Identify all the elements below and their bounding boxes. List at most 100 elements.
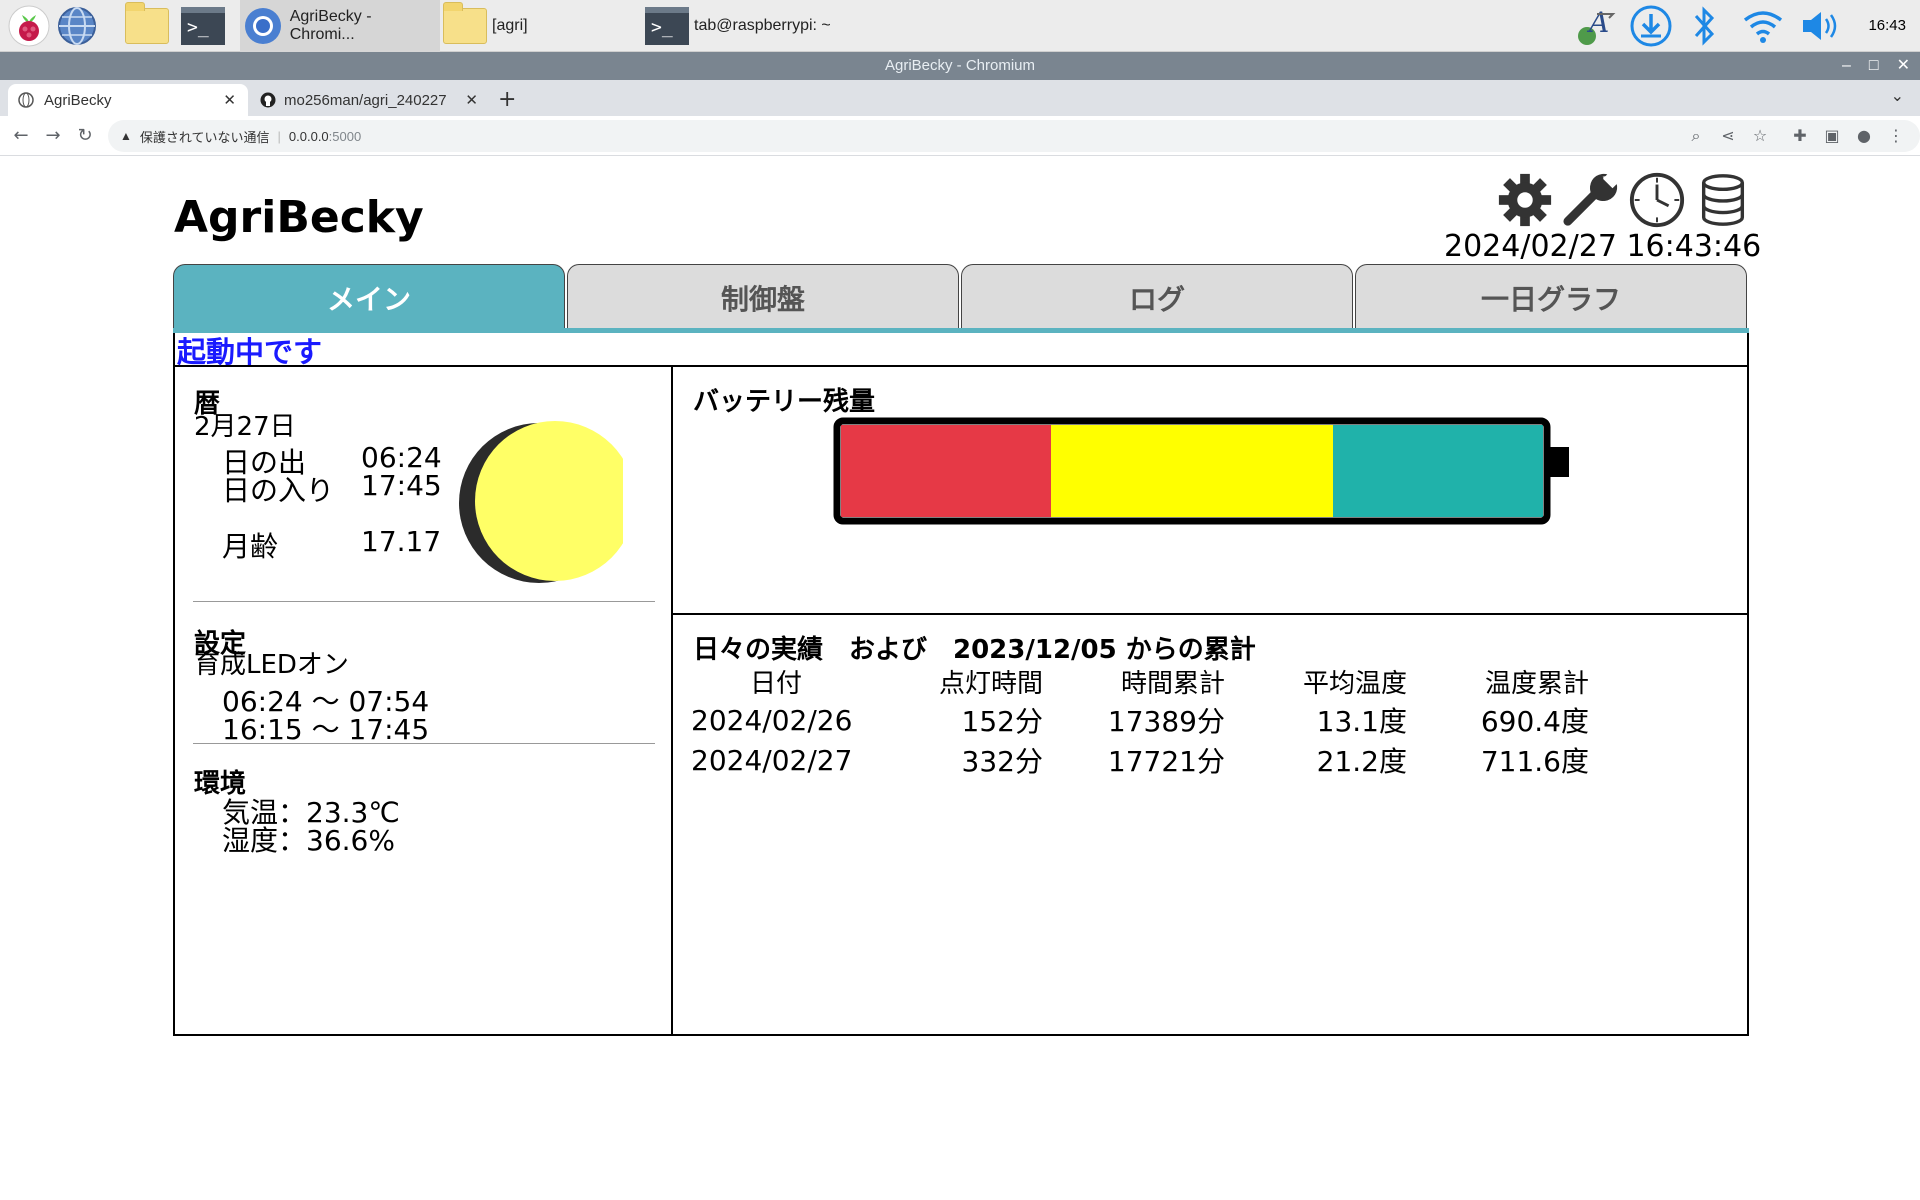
daily-table: 日付 点灯時間 時間累計 平均温度 温度累計 2024/02/26 152分 1… [691,663,1589,780]
browser-toolbar: ← → ↻ ▲ 保護されていない通信 | 0.0.0.0:5000 ⌕ ⋖ ☆ … [0,116,1920,156]
column-header: 点灯時間 [938,669,1043,699]
window-titlebar[interactable]: AgriBecky - Chromium – □ ✕ [0,52,1920,80]
table-cell: 152分 [961,705,1043,738]
battery-segment-high [1333,425,1543,517]
back-icon[interactable]: ← [8,124,34,148]
bookmark-star-icon[interactable]: ☆ [1748,124,1772,148]
column-header: 時間累計 [1120,669,1225,699]
new-tab-icon[interactable]: + [498,84,520,116]
tab-main[interactable]: メイン [173,264,565,331]
github-icon [260,92,276,108]
battery-panel: バッテリー残量 [673,367,1749,615]
file-manager-icon[interactable] [124,2,170,49]
language-icon[interactable]: A [1572,3,1618,49]
profile-icon[interactable]: ● [1852,124,1876,148]
divider [193,743,655,744]
raspberry-pi-menu-icon[interactable] [6,3,52,49]
table-cell: 13.1度 [1316,705,1407,738]
task-label: tab@raspberrypi: ~ [694,17,831,34]
table-cell: 21.2度 [1316,745,1407,778]
task-label: AgriBecky - Chromi... [289,8,372,43]
clock-icon[interactable] [1628,171,1686,229]
browser-tabstrip: AgriBecky ✕ mo256man/agri_240227 ✕ + ⌄ [0,80,1920,116]
extensions-icon[interactable]: ✚ [1788,124,1812,148]
task-label: [agri] [492,17,528,34]
battery-terminal [1547,447,1569,477]
globe-icon [18,92,34,108]
tab-title: mo256man/agri_240227 [284,91,447,109]
calendar-date: 2月27日 [194,412,296,442]
battery-gauge [833,417,1569,525]
menu-kebab-icon[interactable]: ⋮ [1884,124,1908,148]
close-icon[interactable]: ✕ [1897,52,1910,80]
zoom-icon[interactable]: ⌕ [1684,124,1708,148]
database-icon[interactable] [1694,171,1752,229]
side-panel-icon[interactable]: ▣ [1820,124,1844,148]
moon-phase-icon [459,421,623,583]
humidity-value: 湿度：36.6% [222,824,395,857]
share-icon[interactable]: ⋖ [1716,124,1740,148]
close-tab-icon[interactable]: ✕ [465,91,478,109]
maximize-icon[interactable]: □ [1869,52,1879,80]
main-tabs: メイン 制御盤 ログ 一日グラフ [173,264,1749,331]
main-content: 暦 2月27日 日の出 06:24 日の入り 17:45 月齢 17.17 設定… [173,367,1749,1036]
column-header: 温度累計 [1484,669,1589,699]
gear-icon[interactable] [1496,171,1554,229]
address-bar[interactable]: ▲ 保護されていない通信 | 0.0.0.0:5000 [108,120,1920,152]
taskbar-task-terminal[interactable]: >_ tab@raspberrypi: ~ [644,0,904,52]
battery-heading: バッテリー残量 [693,387,876,417]
tab-daily-graph[interactable]: 一日グラフ [1355,264,1747,331]
url-port: :5000 [328,128,362,144]
chromium-icon [240,3,286,49]
status-text: 起動中です [177,335,323,369]
reload-icon[interactable]: ↻ [72,124,98,148]
window-title: AgriBecky - Chromium [884,57,1036,74]
svg-text:A: A [1586,6,1609,39]
separator: | [277,128,281,144]
wifi-icon[interactable] [1740,3,1786,49]
table-cell: 17721分 [1107,745,1225,778]
led-setting: 育成LEDオン [194,650,349,680]
download-icon[interactable] [1628,3,1674,49]
volume-icon[interactable] [1796,3,1842,49]
tab-title: AgriBecky [44,91,112,109]
divider [193,601,655,602]
wrench-icon[interactable] [1562,171,1620,229]
battery-segment-low [841,425,1051,517]
tab-control-panel[interactable]: 制御盤 [567,264,959,331]
taskbar: >_ AgriBecky - Chromi... [agri] >_ tab@r… [0,0,1920,52]
forward-icon[interactable]: → [40,124,66,148]
daily-record-panel: 日々の実績 および 2023/12/05 からの累計 日付 点灯時間 時間累計 … [673,617,1749,1034]
taskbar-clock[interactable]: 16:43 [1868,0,1906,52]
table-row: 2024/02/27 332分 17721分 21.2度 711.6度 [691,740,1589,780]
taskbar-task-chromium[interactable]: AgriBecky - Chromi... [240,0,440,52]
page-content: AgriBecky 2024/02/27 16:43:46 メイン 制御盤 ログ… [0,157,1920,1200]
table-cell: 690.4度 [1480,705,1589,738]
sunset-time: 17:45 [361,469,442,502]
folder-icon [442,2,488,49]
battery-segment-mid [1051,425,1333,517]
table-cell: 2024/02/26 [691,703,853,737]
current-datetime: 2024/02/27 16:43:46 [1444,229,1762,264]
close-tab-icon[interactable]: ✕ [223,91,236,109]
browser-tab-github[interactable]: mo256man/agri_240227 ✕ [250,84,490,116]
sunset-label: 日の入り [222,474,335,507]
warning-icon[interactable]: ▲ [120,129,132,143]
moon-age-label: 月齢 [222,530,279,563]
status-bar: 起動中です [173,333,1749,369]
taskbar-task-folder[interactable]: [agri] [442,0,642,52]
tab-search-chevron-icon[interactable]: ⌄ [1891,86,1904,105]
tab-log[interactable]: ログ [961,264,1353,331]
globe-icon[interactable] [54,3,100,49]
led-period-2: 16:15 ～ 17:45 [222,713,430,746]
column-header: 平均温度 [1302,669,1407,699]
header-icons [1496,171,1752,229]
url-host: 0.0.0.0 [288,128,329,144]
terminal-launcher-icon[interactable]: >_ [180,3,226,49]
left-panel: 暦 2月27日 日の出 06:24 日の入り 17:45 月齢 17.17 設定… [175,367,673,1034]
browser-tab-agribecky[interactable]: AgriBecky ✕ [8,84,248,116]
bluetooth-icon[interactable] [1682,3,1728,49]
minimize-icon[interactable]: – [1842,52,1851,80]
table-cell: 2024/02/27 [691,743,853,777]
terminal-icon: >_ [644,3,690,49]
